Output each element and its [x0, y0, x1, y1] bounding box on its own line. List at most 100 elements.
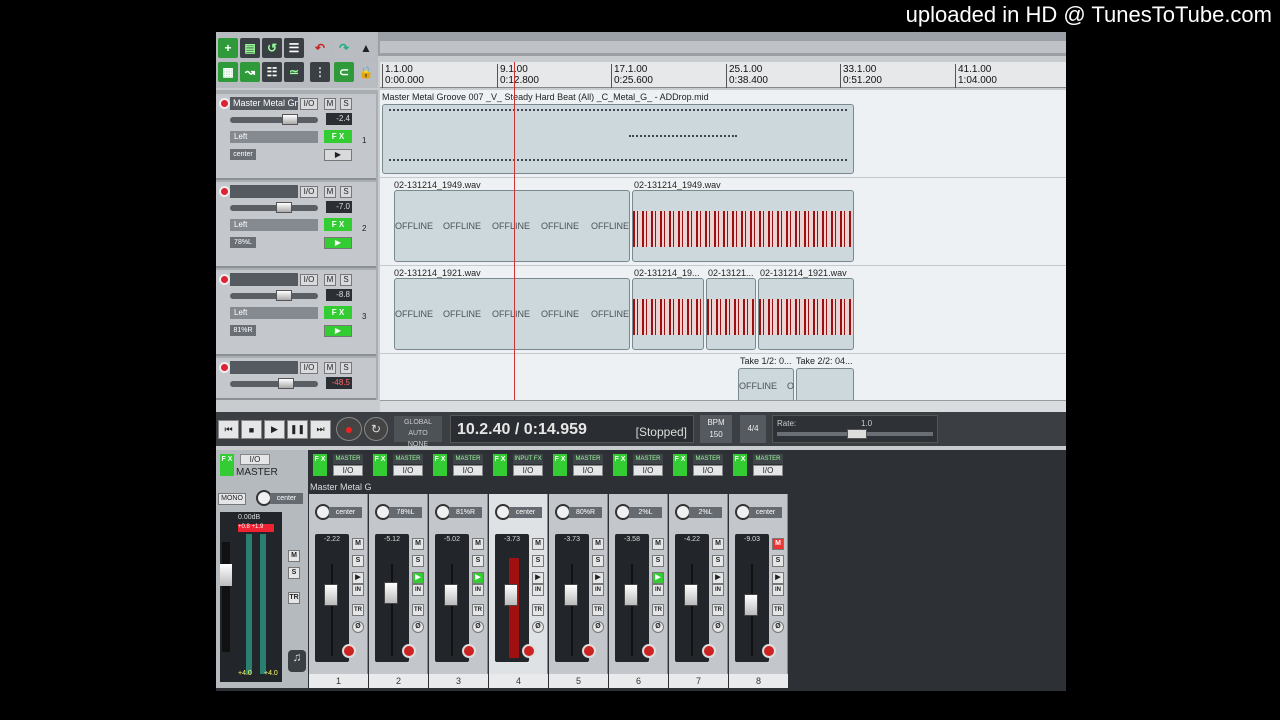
redo-icon[interactable]: ↷	[334, 38, 354, 58]
volume-slider[interactable]	[230, 290, 318, 301]
tr-button[interactable]: TR	[592, 604, 604, 616]
io-button[interactable]: I/O	[333, 465, 363, 476]
master-send-button[interactable]: MASTER	[753, 454, 783, 464]
in-button[interactable]: IN	[772, 584, 784, 596]
fx-button[interactable]: F X	[733, 454, 747, 476]
record-arm-icon[interactable]	[702, 644, 716, 658]
fader-knob[interactable]	[504, 584, 518, 606]
record-arm-icon[interactable]	[642, 644, 656, 658]
input-monitor-button[interactable]: ▶	[324, 237, 352, 249]
audio-item[interactable]	[632, 278, 704, 350]
monitor-button[interactable]: ▶	[592, 572, 604, 584]
master-send-button[interactable]: MASTER	[393, 454, 423, 464]
mute-button[interactable]: M	[352, 538, 364, 550]
project-settings-icon[interactable]: ☰	[284, 38, 304, 58]
monitor-button[interactable]: ▶	[652, 572, 664, 584]
fader-slot[interactable]: -5.02	[435, 534, 469, 662]
track-name[interactable]	[230, 361, 298, 374]
tr-button[interactable]: TR	[712, 604, 724, 616]
master-send-button[interactable]: MASTER	[693, 454, 723, 464]
mute-button[interactable]: M	[592, 538, 604, 550]
fx-button[interactable]: F X	[553, 454, 567, 476]
solo-button[interactable]: S	[772, 555, 784, 567]
io-button[interactable]: I/O	[573, 465, 603, 476]
strip-pan[interactable]: 2%L	[613, 504, 664, 521]
strip-pan[interactable]: 81%R	[433, 504, 484, 521]
go-to-end-icon[interactable]: ⏭	[310, 420, 331, 439]
phase-icon[interactable]: Ø	[412, 621, 424, 633]
phase-icon[interactable]: Ø	[652, 621, 664, 633]
fx-button[interactable]: F X	[613, 454, 627, 476]
solo-button[interactable]: S	[340, 186, 352, 198]
audio-item[interactable]	[706, 278, 756, 350]
mute-button[interactable]: M	[472, 538, 484, 550]
tr-button[interactable]: TR	[352, 604, 364, 616]
pan-readout[interactable]: 81%R	[230, 325, 256, 336]
strip-pan[interactable]: 78%L	[373, 504, 424, 521]
io-button[interactable]: I/O	[453, 465, 483, 476]
strip-pan[interactable]: 2%L	[673, 504, 724, 521]
input-monitor-button[interactable]: ▶	[324, 149, 352, 161]
phase-icon[interactable]: Ø	[472, 621, 484, 633]
audio-item-offline[interactable]: OFFLINE OFFLINE OFFLINE OFFLINE OFFLINE	[394, 278, 630, 350]
record-mode-select[interactable]: Left	[230, 219, 318, 231]
track-header-1[interactable]: Master Metal Gn I/O M S -2.4 Left F X ce…	[216, 94, 376, 180]
monitor-button[interactable]: ▶	[352, 572, 364, 584]
phase-icon[interactable]: Ø	[532, 621, 544, 633]
io-button[interactable]: I/O	[300, 98, 318, 110]
timeline-ruler[interactable]: 1.1.000:00.000 9.1.000:12.800 17.1.000:2…	[380, 62, 1066, 88]
fader-slot[interactable]: -3.73	[495, 534, 529, 662]
monitor-button[interactable]: ▶	[712, 572, 724, 584]
record-arm-icon[interactable]	[342, 644, 356, 658]
fader-knob[interactable]	[384, 582, 398, 604]
io-button[interactable]: I/O	[693, 465, 723, 476]
in-button[interactable]: IN	[412, 584, 424, 596]
record-arm-icon[interactable]	[462, 644, 476, 658]
master-solo[interactable]: S	[288, 567, 300, 579]
audio-item[interactable]	[632, 190, 854, 262]
record-arm-icon[interactable]	[402, 644, 416, 658]
io-button[interactable]: I/O	[513, 465, 543, 476]
rate-slider[interactable]	[777, 429, 933, 439]
track-header-3[interactable]: I/O M S -8.8 Left F X 81%R ▶ 3	[216, 270, 376, 356]
mute-button[interactable]: M	[324, 362, 336, 374]
io-button[interactable]: I/O	[393, 465, 423, 476]
solo-button[interactable]: S	[532, 555, 544, 567]
solo-button[interactable]: S	[352, 555, 364, 567]
arrange-view[interactable]: Master Metal Groove 007 _V_ Steady Hard …	[380, 90, 1066, 402]
master-fader-knob[interactable]	[220, 564, 232, 586]
loop-icon[interactable]: ↻	[364, 417, 388, 441]
rate-knob[interactable]	[847, 429, 867, 439]
tr-button[interactable]: TR	[472, 604, 484, 616]
io-button[interactable]: I/O	[633, 465, 663, 476]
record-arm-icon[interactable]	[762, 644, 776, 658]
in-button[interactable]: IN	[712, 584, 724, 596]
volume-knob[interactable]	[278, 378, 294, 389]
record-arm-button[interactable]	[219, 98, 230, 109]
strip-pan[interactable]: center	[733, 504, 784, 521]
record-arm-icon[interactable]	[522, 644, 536, 658]
fader-knob[interactable]	[744, 594, 758, 616]
master-send-button[interactable]: MASTER	[453, 454, 483, 464]
volume-slider[interactable]	[230, 378, 318, 389]
envelope-icon[interactable]: ≃	[284, 62, 304, 82]
solo-button[interactable]: S	[712, 555, 724, 567]
track-header-2[interactable]: I/O M S -7.0 Left F X 78%L ▶ 2	[216, 182, 376, 268]
routing-icon[interactable]: ♫	[288, 650, 306, 672]
master-pan[interactable]: center	[254, 490, 305, 507]
pause-icon[interactable]: ❚❚	[287, 420, 308, 439]
play-icon[interactable]: ▶	[264, 420, 285, 439]
mute-button[interactable]: M	[412, 538, 424, 550]
master-fx-button[interactable]: F X	[220, 454, 234, 476]
audio-item[interactable]	[758, 278, 854, 350]
fader-slot[interactable]: -4.22	[675, 534, 709, 662]
monitor-button[interactable]: ▶	[532, 572, 544, 584]
top-scrollbar[interactable]	[378, 32, 1066, 56]
volume-slider[interactable]	[230, 202, 318, 213]
in-button[interactable]: IN	[652, 584, 664, 596]
io-button[interactable]: I/O	[300, 362, 318, 374]
monitor-button[interactable]: ▶	[412, 572, 424, 584]
solo-button[interactable]: S	[340, 274, 352, 286]
phase-icon[interactable]: Ø	[592, 621, 604, 633]
fader-knob[interactable]	[624, 584, 638, 606]
